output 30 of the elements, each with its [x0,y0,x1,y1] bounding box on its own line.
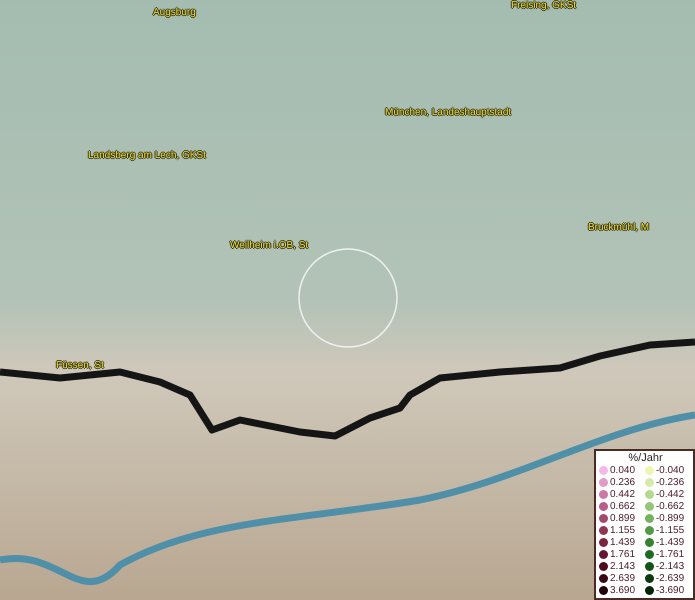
legend-value: 3.690 [610,585,636,596]
legend-value: -2.143 [656,561,686,572]
legend-value: -1.439 [656,537,686,548]
legend-value: 0.899 [610,513,636,524]
place-label: Weilheim i.OB, St [230,240,308,252]
place-label: Landsberg am Lech, GKSt [88,150,206,162]
legend-value: 2.143 [610,561,636,572]
legend-value: 0.236 [610,477,636,488]
legend-title: %/Jahr [627,452,664,465]
legend-value: -1.761 [656,549,686,560]
place-label: München, Landeshauptstadt [385,107,512,119]
legend-value: -0.040 [656,465,686,476]
legend-value: 1.155 [610,525,636,536]
place-label: Augsburg [153,7,196,19]
legend-value: -0.899 [656,513,686,524]
legend-value: -0.662 [656,501,686,512]
legend-value: 0.442 [610,489,636,500]
place-label: Freising, GKSt [511,0,576,12]
place-label: Bruckmühl, M [588,222,650,234]
legend-value: -1.155 [656,525,686,536]
place-label: Füssen, St [56,360,104,372]
legend-value: 1.761 [610,549,636,560]
legend-value: -0.442 [656,489,686,500]
legend-value: -0.236 [656,477,686,488]
legend-value: 2.639 [610,573,636,584]
legend-value: -3.690 [656,585,686,596]
legend-value: 1.439 [610,537,636,548]
legend-value: -2.639 [656,573,686,584]
legend-value: 0.040 [610,465,636,476]
legend-value: 0.662 [610,501,636,512]
